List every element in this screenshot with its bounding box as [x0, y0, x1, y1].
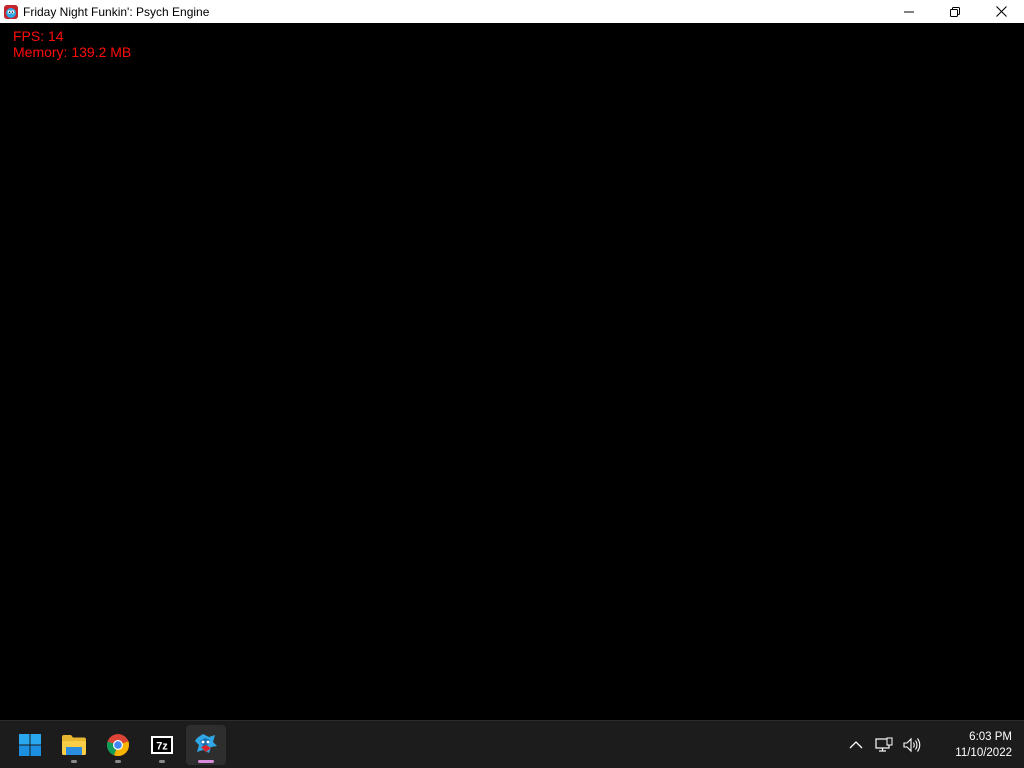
windows-start-icon	[19, 734, 41, 756]
running-indicator	[115, 760, 121, 763]
close-icon	[995, 6, 1007, 17]
restore-button[interactable]	[932, 0, 978, 23]
memory-label: Memory: 139.2 MB	[13, 44, 132, 60]
taskbar-file-explorer[interactable]	[54, 725, 94, 765]
taskbar-clock[interactable]: 6:03 PM 11/10/2022	[936, 729, 1012, 761]
clock-date: 11/10/2022	[955, 747, 1012, 759]
chrome-icon	[106, 734, 130, 757]
close-button[interactable]	[978, 0, 1024, 23]
taskbar-fnf[interactable]	[186, 725, 226, 765]
game-viewport[interactable]: FPS: 14 Memory: 139.2 MB	[0, 23, 1024, 720]
window-titlebar[interactable]: Friday Night Funkin': Psych Engine	[0, 0, 1024, 23]
taskbar-7zip[interactable]: 7z	[142, 725, 182, 765]
7zip-icon: 7z	[151, 736, 173, 754]
svg-text:7z: 7z	[156, 741, 168, 753]
taskbar-apps: 7z	[10, 725, 226, 765]
fps-label: FPS: 14	[13, 28, 64, 44]
network-button[interactable]	[872, 733, 896, 757]
taskbar-start-button[interactable]	[10, 725, 50, 765]
fps-counter-overlay: FPS: 14 Memory: 139.2 MB	[13, 28, 131, 60]
volume-button[interactable]	[900, 733, 924, 757]
window-title: Friday Night Funkin': Psych Engine	[23, 4, 210, 19]
chevron-up-icon	[849, 741, 863, 749]
volume-icon	[903, 737, 921, 753]
network-icon	[875, 737, 893, 752]
fnf-icon	[195, 734, 217, 753]
running-indicator	[159, 760, 165, 763]
minimize-icon	[904, 11, 914, 12]
folder-icon	[62, 735, 86, 755]
system-tray: 6:03 PM 11/10/2022	[844, 721, 1024, 768]
show-hidden-icons-button[interactable]	[844, 733, 868, 757]
minimize-button[interactable]	[886, 0, 932, 23]
restore-icon	[950, 6, 960, 17]
running-indicator	[71, 760, 77, 763]
taskbar-chrome[interactable]	[98, 725, 138, 765]
active-indicator	[198, 760, 214, 763]
fnf-app-icon[interactable]	[3, 4, 19, 20]
window-controls	[886, 0, 1024, 23]
clock-time: 6:03 PM	[969, 731, 1012, 743]
taskbar: 7z 6:03 PM 11/10/2022	[0, 720, 1024, 768]
